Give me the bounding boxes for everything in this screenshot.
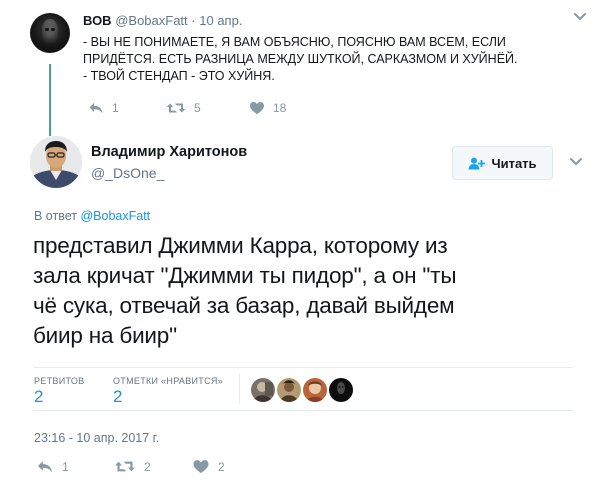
tweet-text: представил Джимми Карра, которому из зал… bbox=[33, 231, 573, 351]
like-count: 2 bbox=[218, 459, 225, 474]
chevron-down-icon[interactable] bbox=[573, 12, 587, 22]
chevron-down-icon[interactable] bbox=[569, 157, 583, 167]
parent-tweet-date[interactable]: 10 апр. bbox=[199, 13, 242, 28]
retweets-stat-label[interactable]: РЕТВИТОВ bbox=[34, 376, 84, 386]
retweets-stat-value[interactable]: 2 bbox=[34, 387, 43, 407]
reply-button[interactable]: 1 bbox=[36, 459, 69, 474]
reply-prefix: В ответ bbox=[34, 209, 77, 223]
tweet-text-line: зала кричат "Джимми ты пидор", а он "ты bbox=[33, 263, 457, 288]
reply-count: 1 bbox=[112, 101, 119, 115]
tweet-timestamp[interactable]: 23:16 - 10 апр. 2017 г. bbox=[34, 431, 159, 445]
divider bbox=[33, 410, 573, 411]
like-count: 18 bbox=[273, 101, 287, 115]
parent-tweet[interactable]: ВОВ @BobaxFatt · 10 апр. - ВЫ НЕ ПОНИМАЕ… bbox=[0, 0, 600, 136]
heart-icon bbox=[193, 460, 209, 474]
author-name[interactable]: Владимир Харитонов bbox=[91, 144, 247, 160]
retweet-button[interactable]: 2 bbox=[114, 459, 151, 474]
reply-icon bbox=[38, 461, 52, 473]
parent-author-handle[interactable]: @BobaxFatt bbox=[115, 13, 187, 28]
retweet-count: 5 bbox=[194, 101, 201, 115]
stats-divider bbox=[239, 374, 240, 404]
likes-stat-label[interactable]: ОТМЕТКИ «НРАВИТСЯ» bbox=[113, 376, 223, 386]
author-handle[interactable]: @_DsOne_ bbox=[91, 165, 164, 181]
reply-count: 1 bbox=[62, 459, 69, 474]
follow-button[interactable]: Читать bbox=[452, 146, 553, 180]
parent-text-line: - ТВОЙ СТЕНДАП - ЭТО ХУЙНЯ. bbox=[83, 69, 275, 83]
liker-avatar[interactable] bbox=[251, 378, 275, 402]
author-avatar[interactable] bbox=[30, 136, 82, 188]
reply-context: В ответ @BobaxFatt bbox=[34, 209, 150, 223]
heart-icon bbox=[250, 102, 264, 115]
liker-avatar[interactable] bbox=[329, 378, 353, 402]
retweet-count: 2 bbox=[144, 459, 151, 474]
header-separator: · bbox=[191, 13, 196, 28]
follow-label: Читать bbox=[491, 155, 537, 171]
retweet-icon bbox=[166, 103, 186, 113]
reply-button[interactable]: 1 bbox=[88, 101, 119, 115]
tweet-text-line: чё сука, отвечай за базар, давай выйдем bbox=[33, 293, 455, 318]
liker-avatar[interactable] bbox=[277, 378, 301, 402]
retweet-icon bbox=[115, 461, 135, 472]
like-button[interactable]: 2 bbox=[192, 459, 225, 474]
likes-stat-value[interactable]: 2 bbox=[113, 387, 122, 407]
parent-avatar[interactable] bbox=[30, 13, 70, 53]
tweet-text-line: биир на биир" bbox=[33, 323, 177, 348]
retweet-button[interactable]: 5 bbox=[166, 101, 201, 115]
follow-icon bbox=[468, 157, 486, 169]
parent-author-name[interactable]: ВОВ bbox=[83, 13, 112, 28]
parent-text-line: ПРИДЁТСЯ. ЕСТЬ РАЗНИЦА МЕЖДУ ШУТКОЙ, САР… bbox=[83, 52, 518, 66]
parent-tweet-header: ВОВ @BobaxFatt · 10 апр. bbox=[83, 13, 242, 28]
liker-avatars bbox=[251, 378, 353, 402]
parent-tweet-text: - ВЫ НЕ ПОНИМАЕТЕ, Я ВАМ ОБЪЯСНЮ, ПОЯСНЮ… bbox=[83, 34, 573, 85]
reply-icon bbox=[89, 103, 103, 114]
like-button[interactable]: 18 bbox=[249, 101, 286, 115]
thread-connector bbox=[49, 64, 51, 136]
divider bbox=[33, 367, 573, 368]
parent-text-line: - ВЫ НЕ ПОНИМАЕТЕ, Я ВАМ ОБЪЯСНЮ, ПОЯСНЮ… bbox=[83, 35, 506, 49]
reply-to-link[interactable]: @BobaxFatt bbox=[80, 209, 150, 223]
tweet-text-line: представил Джимми Карра, которому из bbox=[33, 233, 448, 258]
liker-avatar[interactable] bbox=[303, 378, 327, 402]
